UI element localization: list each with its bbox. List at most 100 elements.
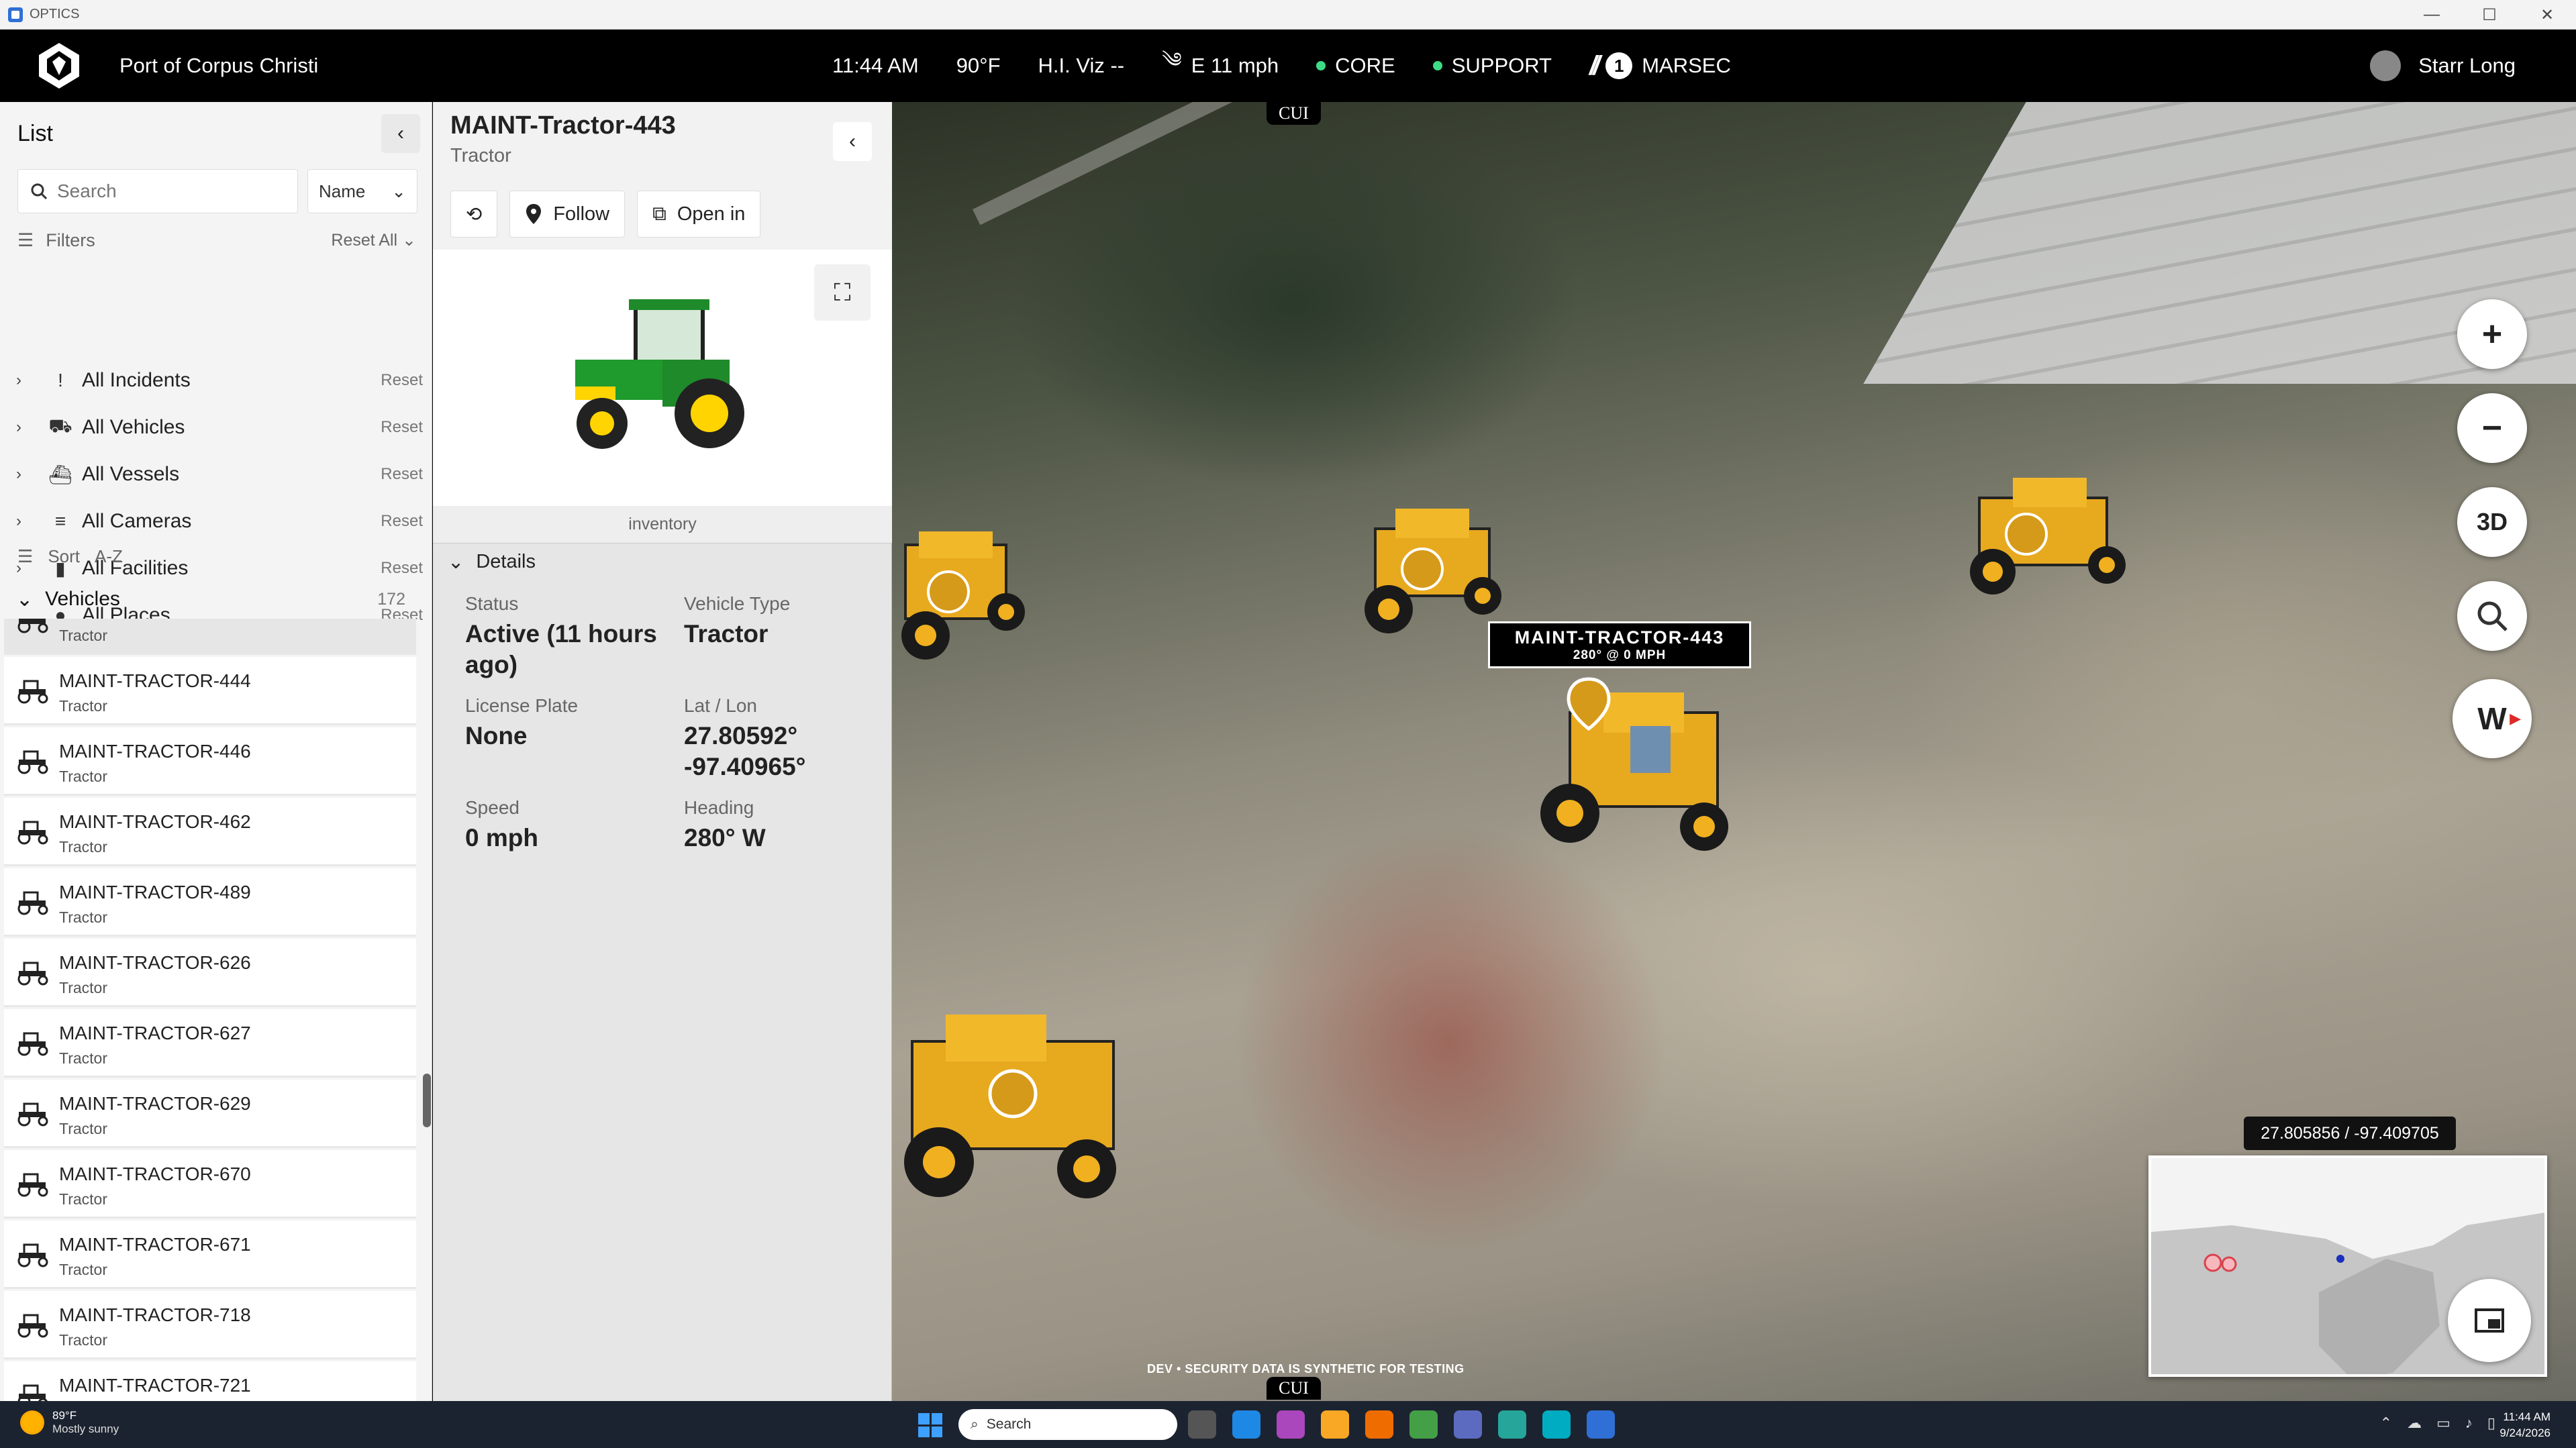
follow-button[interactable]: Follow [509, 191, 626, 238]
list-item[interactable]: MAINT-TRACTOR-446 Tractor [4, 727, 416, 796]
weather-description: Mostly sunny [52, 1423, 119, 1435]
zoom-out-button[interactable]: − [2457, 393, 2527, 463]
open-in-button[interactable]: ⧉ Open in [637, 191, 761, 238]
taskbar-clock[interactable]: 11:44 AM 9/24/2026 [2499, 1409, 2550, 1441]
optics-app-icon[interactable] [1587, 1410, 1615, 1439]
app-icon [8, 7, 23, 22]
list-item[interactable]: MAINT-TRACTOR-671 Tractor [4, 1221, 416, 1289]
port-name[interactable]: Port of Corpus Christi [119, 54, 318, 78]
map-search-button[interactable] [2457, 581, 2527, 651]
list-item[interactable]: Tractor [4, 619, 416, 655]
task-view-icon[interactable] [1188, 1410, 1216, 1439]
sort-row[interactable]: ☰ Sort A-Z [17, 546, 123, 567]
browser-icon[interactable] [1542, 1410, 1571, 1439]
start-button[interactable] [918, 1413, 942, 1437]
marsec-slash-icon: // [1589, 50, 1600, 81]
map-view[interactable]: CUI CUI MAINT-TRACTOR-443 280° @ 0 MPH +… [892, 102, 2576, 1401]
network-icon[interactable]: ▭ [2436, 1414, 2450, 1432]
weather-widget[interactable]: 89°F Mostly sunny [20, 1409, 119, 1436]
selected-vehicle-marker[interactable] [1530, 666, 1744, 867]
filter-reset-button[interactable]: Reset [381, 418, 423, 437]
core-status-dot-icon [1316, 61, 1326, 70]
track-history-button[interactable]: ⟲ [450, 191, 498, 238]
tractor-image [575, 299, 744, 449]
cloud-icon[interactable]: ☁ [2407, 1414, 2422, 1432]
chevron-right-icon[interactable]: › [16, 465, 36, 484]
sort-field-select[interactable]: Name ⌄ [307, 169, 417, 213]
map-vehicle-marker[interactable] [892, 518, 1053, 672]
filter-all-vessels[interactable]: › ⛴ All Vessels Reset [16, 451, 423, 498]
file-explorer-icon[interactable] [1321, 1410, 1349, 1439]
app-header: Port of Corpus Christi 11:44 AM 90°F H.I… [0, 30, 2576, 102]
map-vehicle-marker[interactable] [892, 1001, 1140, 1223]
edge-icon[interactable] [1232, 1410, 1260, 1439]
chevron-up-icon[interactable]: ⌃ [2380, 1414, 2392, 1432]
taskbar-apps [1188, 1410, 1615, 1439]
copilot-icon[interactable] [1277, 1410, 1305, 1439]
close-button[interactable]: ✕ [2518, 0, 2576, 30]
vehicles-group-header[interactable]: ⌄ Vehicles 172 [16, 582, 405, 616]
lat-lon-label: Lat / Lon [684, 695, 757, 716]
vehicle-type: Tractor [59, 1049, 107, 1067]
filter-reset-button[interactable]: Reset [381, 371, 423, 390]
marsec-status[interactable]: // 1 MARSEC [1589, 51, 1731, 81]
support-status[interactable]: SUPPORT [1432, 54, 1552, 78]
selected-vehicle-label[interactable]: MAINT-TRACTOR-443 280° @ 0 MPH [1488, 621, 1751, 668]
filters-label: Filters [46, 229, 95, 250]
teams-icon[interactable] [1454, 1410, 1482, 1439]
list-scrollbar[interactable] [423, 1074, 431, 1127]
chevron-down-icon: ⌄ [448, 552, 464, 573]
taskbar-search[interactable]: ⌕ Search [958, 1409, 1177, 1440]
vehicle-name: MAINT-TRACTOR-721 [59, 1375, 251, 1396]
firefox-icon[interactable] [1365, 1410, 1393, 1439]
list-item[interactable]: MAINT-TRACTOR-721 [4, 1361, 416, 1401]
header-time: 11:44 AM [832, 54, 919, 77]
battery-icon[interactable]: ▯ [2487, 1414, 2495, 1432]
filter-all-vehicles[interactable]: › ⛟ All Vehicles Reset [16, 404, 423, 451]
search-icon [31, 183, 48, 200]
user-name: Starr Long [2418, 54, 2516, 77]
filter-all-cameras[interactable]: › ≡ All Cameras Reset [16, 498, 423, 545]
reset-all-button[interactable]: Reset All ⌄ [331, 230, 416, 250]
filter-reset-button[interactable]: Reset [381, 512, 423, 531]
vehicle-type: Tractor [59, 697, 107, 715]
chrome-icon[interactable] [1409, 1410, 1438, 1439]
sort-icon: ☰ [17, 546, 34, 566]
user-menu[interactable]: Starr Long [2370, 30, 2516, 102]
maximize-button[interactable]: ☐ [2461, 0, 2518, 30]
list-item[interactable]: MAINT-TRACTOR-444 Tractor [4, 657, 416, 725]
vehicle-type: Tractor [59, 627, 107, 644]
collapse-detail-button[interactable]: ‹ [833, 122, 872, 161]
collapse-list-button[interactable]: ‹ [381, 114, 420, 153]
slack-icon[interactable] [1498, 1410, 1526, 1439]
filter-reset-button[interactable]: Reset [381, 559, 423, 578]
map-vehicle-marker[interactable] [1939, 464, 2140, 619]
zoom-in-button[interactable]: + [2457, 299, 2527, 369]
list-item[interactable]: MAINT-TRACTOR-627 Tractor [4, 1009, 416, 1078]
chevron-right-icon[interactable]: › [16, 512, 36, 531]
vehicle-type: Tractor [59, 1120, 107, 1137]
heading-value: 280° W [684, 824, 766, 851]
volume-icon[interactable]: ♪ [2465, 1414, 2473, 1432]
app-logo[interactable] [32, 39, 86, 93]
filter-all-incidents[interactable]: › ! All Incidents Reset [16, 357, 423, 404]
search-input[interactable] [57, 180, 285, 202]
list-item[interactable]: MAINT-TRACTOR-670 Tractor [4, 1150, 416, 1219]
vehicle-name: MAINT-TRACTOR-446 [59, 741, 251, 762]
compass-button[interactable]: W ▶ [2453, 679, 2532, 758]
list-item[interactable]: MAINT-TRACTOR-462 Tractor [4, 798, 416, 866]
expand-image-button[interactable]: ⛶ [814, 264, 871, 321]
list-item[interactable]: MAINT-TRACTOR-629 Tractor [4, 1080, 416, 1148]
list-item[interactable]: MAINT-TRACTOR-626 Tractor [4, 939, 416, 1007]
chevron-right-icon[interactable]: › [16, 371, 36, 390]
core-status[interactable]: CORE [1316, 54, 1395, 78]
toggle-minimap-button[interactable] [2448, 1279, 2531, 1362]
minimize-button[interactable]: — [2403, 0, 2461, 30]
chevron-right-icon[interactable]: › [16, 418, 36, 437]
filter-reset-button[interactable]: Reset [381, 465, 423, 484]
details-section-toggle[interactable]: ⌄ Details [448, 550, 536, 574]
toggle-3d-button[interactable]: 3D [2457, 487, 2527, 557]
list-item[interactable]: MAINT-TRACTOR-718 Tractor [4, 1291, 416, 1359]
list-item[interactable]: MAINT-TRACTOR-489 Tractor [4, 868, 416, 937]
vehicle-type-field: Vehicle Type Tractor [684, 593, 872, 650]
